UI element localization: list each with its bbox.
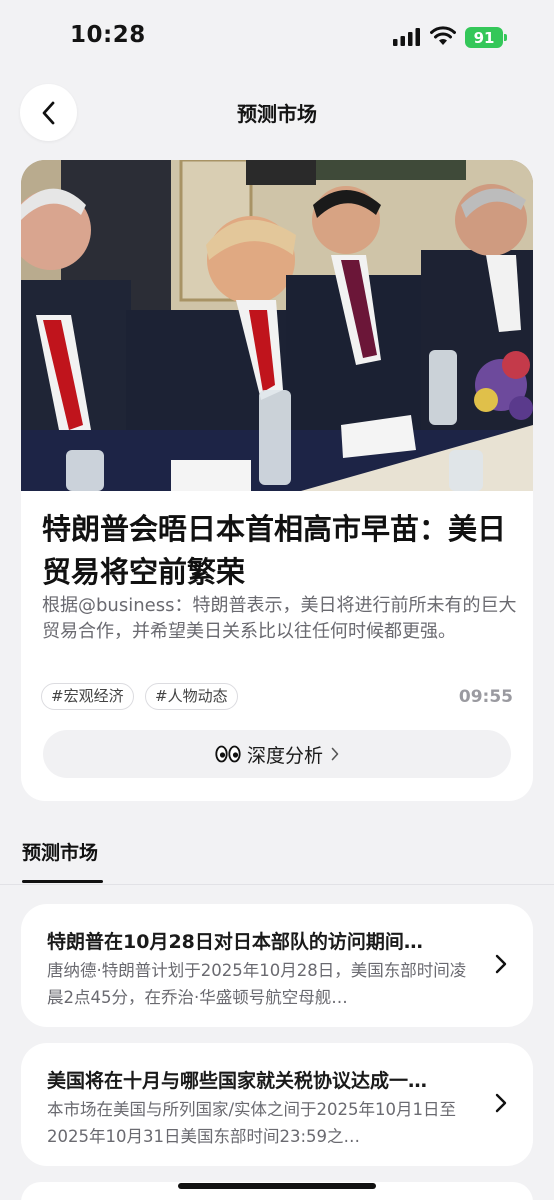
home-indicator xyxy=(178,1183,376,1189)
page-title: 预测市场 xyxy=(237,102,317,126)
signal-icon xyxy=(393,28,420,46)
chevron-right-icon xyxy=(331,747,339,761)
news-image xyxy=(21,160,533,491)
news-headline: 特朗普会晤日本首相高市早苗：美日贸易将空前繁荣 xyxy=(42,512,507,589)
chevron-right-icon xyxy=(495,954,507,974)
news-summary: 根据@business：特朗普表示，美日将进行前所未有的巨大贸易合作，并希望美日… xyxy=(42,595,517,642)
status-time: 10:28 xyxy=(70,22,146,48)
eyes-icon xyxy=(215,745,241,763)
market-item[interactable]: 美国将在十月与哪些国家就关税协议达成一… 本市场在美国与所列国家/实体之间于20… xyxy=(21,1043,533,1166)
market-item[interactable]: 特朗普在10月28日对日本部队的访问期间… 唐纳德·特朗普计划于2025年10月… xyxy=(21,904,533,1027)
nav-bar: 预测市场 xyxy=(0,80,554,144)
wifi-icon xyxy=(430,26,456,45)
battery-indicator: 91 xyxy=(465,27,507,48)
battery-level: 91 xyxy=(473,28,495,47)
market-title: 美国将在十月与哪些国家就关税协议达成一… xyxy=(47,1070,428,1092)
market-title: 特朗普在10月28日对日本部队的访问期间… xyxy=(47,931,423,953)
tag-people[interactable]: #人物动态 xyxy=(145,683,238,710)
news-timestamp: 09:55 xyxy=(458,687,513,707)
tab-underline xyxy=(22,880,103,883)
deep-analysis-label: 深度分析 xyxy=(246,744,323,767)
deep-analysis-button[interactable]: 深度分析 xyxy=(43,730,511,778)
market-description: 本市场在美国与所列国家/实体之间于2025年10月1日至2025年10月31日美… xyxy=(47,1100,457,1146)
news-card[interactable]: 特朗普会晤日本首相高市早苗：美日贸易将空前繁荣 根据@business：特朗普表… xyxy=(21,160,533,801)
market-description: 唐纳德·特朗普计划于2025年10月28日，美国东部时间凌晨2点45分，在乔治·… xyxy=(47,961,467,1007)
chevron-right-icon xyxy=(495,1093,507,1113)
tag-macro-economy[interactable]: #宏观经济 xyxy=(41,683,134,710)
tab-prediction-market[interactable]: 预测市场 xyxy=(22,838,98,865)
status-bar: 10:28 91 xyxy=(0,0,554,70)
section-tabs: 预测市场 xyxy=(0,830,554,885)
